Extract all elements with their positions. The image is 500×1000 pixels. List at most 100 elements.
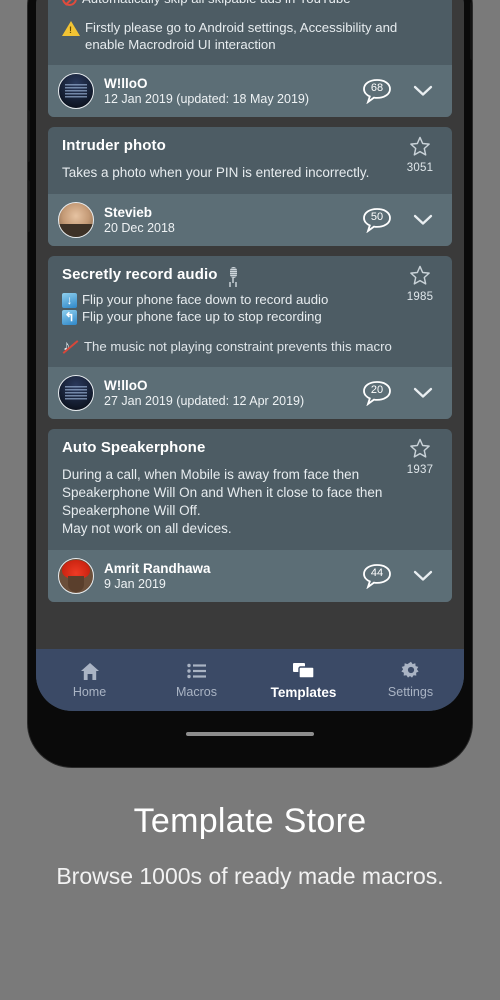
card-description: Takes a photo when your PIN is entered i…: [62, 165, 370, 180]
card-title: Auto Speakerphone: [62, 439, 438, 456]
promo-headline: Template Store: [133, 802, 367, 840]
card-author-footer[interactable]: Stevieb 20 Dec 2018 50: [48, 194, 452, 246]
avatar: [58, 558, 94, 594]
favourite-count: 3051: [406, 162, 434, 174]
nav-label: Templates: [270, 684, 337, 700]
comments-button[interactable]: 50: [358, 205, 396, 235]
card-author-footer[interactable]: W!lloO 12 Jan 2019 (updated: 18 May 2019…: [48, 65, 452, 117]
card-body: 1937 Auto Speakerphone During a call, wh…: [48, 429, 452, 550]
card-body: 3051 Intruder photo Takes a photo when y…: [48, 127, 452, 194]
author-date: 12 Jan 2019 (updated: 18 May 2019): [104, 92, 310, 106]
author-info: Stevieb 20 Dec 2018: [104, 205, 348, 235]
favourite-count: 1985: [406, 291, 434, 303]
card-title-text: Secretly record audio: [62, 266, 218, 283]
nav-item-macros[interactable]: Macros: [143, 649, 250, 711]
card-body: 4438 Automatically skip all skipable ads…: [48, 0, 452, 65]
nav-label: Home: [72, 685, 107, 699]
comments-button[interactable]: 20: [358, 378, 396, 408]
power-button[interactable]: [470, 2, 472, 60]
chevron-down-icon: [413, 570, 433, 581]
author-info: W!lloO 12 Jan 2019 (updated: 18 May 2019…: [104, 76, 348, 106]
template-card-auto-speakerphone[interactable]: 1937 Auto Speakerphone During a call, wh…: [48, 429, 452, 602]
comment-bubble-icon: [363, 381, 391, 406]
nav-item-settings[interactable]: Settings: [357, 649, 464, 711]
card-line: Automatically skip all skipable ads in Y…: [62, 0, 438, 7]
prohibited-icon: [62, 0, 77, 6]
card-lines: Automatically skip all skipable ads in Y…: [62, 0, 438, 53]
template-list[interactable]: 4438 Automatically skip all skipable ads…: [36, 0, 464, 649]
favourite-count: 1937: [406, 464, 434, 476]
nav-label: Macros: [176, 685, 217, 699]
author-name: W!lloO: [104, 378, 148, 393]
favourite-count-group[interactable]: 1985: [400, 265, 440, 303]
list-icon: [186, 661, 207, 681]
nav-label: Settings: [387, 685, 434, 699]
card-line-text: Flip your phone face up to stop recordin…: [82, 309, 322, 324]
bottom-navigation-bar: Home Macros Templates Settings: [36, 649, 464, 711]
promo-caption: Template Store Browse 1000s of ready mad…: [0, 800, 500, 894]
comment-bubble-icon: [363, 564, 391, 589]
author-name: W!lloO: [104, 76, 148, 91]
nav-item-templates[interactable]: Templates: [250, 649, 357, 711]
gesture-navigation-area: [36, 711, 464, 757]
card-line-text: Firstly please go to Android settings, A…: [85, 20, 398, 52]
chevron-down-icon: [413, 387, 433, 398]
chevron-down-icon: [413, 85, 433, 96]
card-description: During a call, when Mobile is away from …: [62, 467, 383, 536]
promo-subheadline: Browse 1000s of ready made macros.: [56, 863, 444, 889]
author-name: Stevieb: [104, 205, 153, 220]
star-icon[interactable]: [400, 136, 440, 161]
star-icon[interactable]: [400, 265, 440, 290]
author-date: 20 Dec 2018: [104, 221, 175, 235]
chevron-down-icon: [413, 214, 433, 225]
card-lines: ↓ Flip your phone face down to record au…: [62, 291, 438, 325]
music-muted-icon: [62, 337, 78, 355]
expand-card-button[interactable]: [406, 570, 440, 582]
arrow-up-square-icon: ↰: [62, 310, 77, 325]
expand-card-button[interactable]: [406, 387, 440, 399]
favourite-count-group[interactable]: 3051: [400, 136, 440, 174]
template-card-intruder-photo[interactable]: 3051 Intruder photo Takes a photo when y…: [48, 127, 452, 246]
card-title: Intruder photo: [62, 137, 438, 154]
card-line-text: Flip your phone face down to record audi…: [82, 292, 329, 307]
card-line-text: Automatically skip all skipable ads in Y…: [82, 0, 351, 7]
arrow-down-square-icon: ↓: [62, 293, 77, 308]
home-gesture-bar[interactable]: [186, 732, 314, 736]
star-icon[interactable]: [400, 438, 440, 463]
author-info: Amrit Randhawa 9 Jan 2019: [104, 561, 348, 591]
comments-button[interactable]: 44: [358, 561, 396, 591]
author-name: Amrit Randhawa: [104, 561, 211, 576]
card-note-text: The music not playing constraint prevent…: [84, 339, 392, 354]
comment-bubble-icon: [363, 79, 391, 104]
microphone-icon: [228, 266, 239, 283]
comments-button[interactable]: 68: [358, 76, 396, 106]
card-title: Secretly record audio: [62, 266, 438, 283]
volume-up-button[interactable]: [28, 110, 30, 162]
card-author-footer[interactable]: Amrit Randhawa 9 Jan 2019 44: [48, 550, 452, 602]
author-date: 27 Jan 2019 (updated: 12 Apr 2019): [104, 394, 305, 408]
phone-screen-area: 4438 Automatically skip all skipable ads…: [36, 0, 464, 711]
warning-icon: [62, 21, 80, 36]
gear-icon: [400, 661, 421, 681]
author-date: 9 Jan 2019: [104, 577, 166, 591]
templates-icon: [292, 661, 316, 681]
expand-card-button[interactable]: [406, 214, 440, 226]
expand-card-button[interactable]: [406, 85, 440, 97]
comment-bubble-icon: [363, 208, 391, 233]
card-title-text: Intruder photo: [62, 137, 166, 154]
card-line: ↰ Flip your phone face up to stop record…: [62, 308, 438, 325]
card-line: ↓ Flip your phone face down to record au…: [62, 291, 438, 308]
template-card-youtube-ads[interactable]: 4438 Automatically skip all skipable ads…: [48, 0, 452, 117]
template-card-secretly-record-audio[interactable]: 1985 Secretly record audio ↓ Flip your p…: [48, 256, 452, 419]
author-info: W!lloO 27 Jan 2019 (updated: 12 Apr 2019…: [104, 378, 348, 408]
volume-down-button[interactable]: [28, 180, 30, 232]
card-title-text: Auto Speakerphone: [62, 439, 206, 456]
favourite-count-group[interactable]: 1937: [400, 438, 440, 476]
app-screen: 4438 Automatically skip all skipable ads…: [36, 0, 464, 711]
card-author-footer[interactable]: W!lloO 27 Jan 2019 (updated: 12 Apr 2019…: [48, 367, 452, 419]
phone-device-frame: 4438 Automatically skip all skipable ads…: [28, 0, 472, 767]
avatar: [58, 202, 94, 238]
avatar: [58, 73, 94, 109]
card-note: The music not playing constraint prevent…: [62, 337, 438, 355]
nav-item-home[interactable]: Home: [36, 649, 143, 711]
